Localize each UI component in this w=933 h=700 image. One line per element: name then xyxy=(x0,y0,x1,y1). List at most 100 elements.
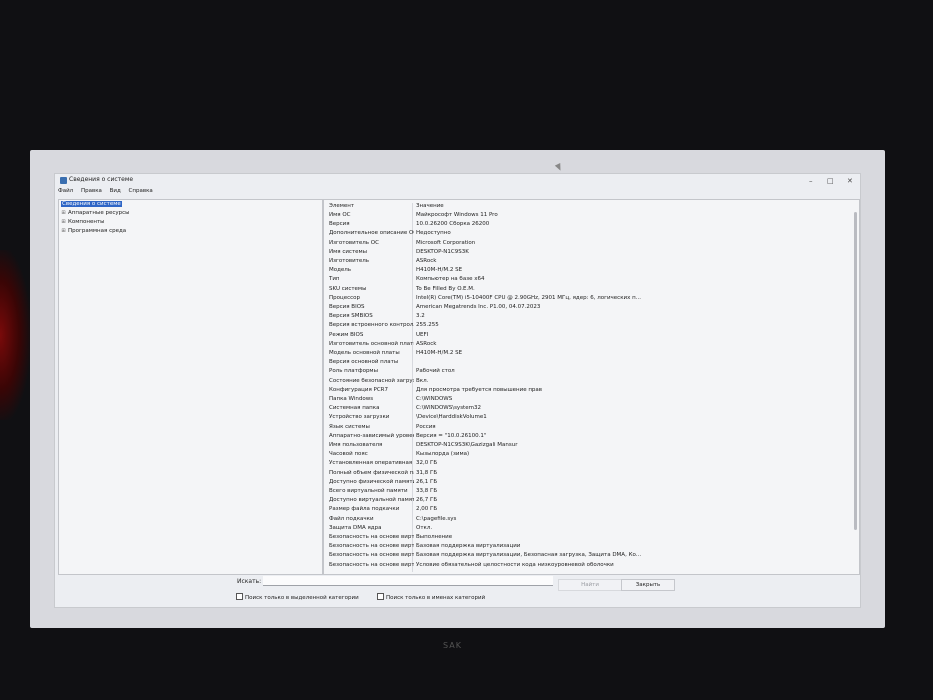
table-row[interactable]: Полный объем физической па... 31,8 ГБ xyxy=(324,470,849,479)
table-row[interactable]: Изготовитель основной платы ASRock xyxy=(324,341,849,350)
table-row[interactable]: Модель основной платы H410M-H/M.2 SE xyxy=(324,350,849,359)
row-value-cell: C:\WINDOWS xyxy=(416,396,453,402)
category-tree[interactable]: Сведения о системе ⊞ Аппаратные ресурсы ⊞… xyxy=(58,199,323,575)
row-item-cell: Изготовитель основной платы xyxy=(329,340,414,347)
table-row[interactable]: Доступно виртуальной памяти 26,7 ГБ xyxy=(324,497,849,506)
table-row[interactable]: Имя ОС Майкрософт Windows 11 Pro xyxy=(324,212,849,221)
table-row[interactable]: Режим BIOS UEFI xyxy=(324,332,849,341)
table-row[interactable]: Язык системы Россия xyxy=(324,424,849,433)
table-row[interactable]: Конфигурация PCR7 Для просмотра требуется… xyxy=(324,387,849,396)
table-row[interactable]: Версия SMBIOS 3.2 xyxy=(324,313,849,322)
table-row[interactable]: Модель H410M-H/M.2 SE xyxy=(324,267,849,276)
row-item-cell: Размер файла подкачки xyxy=(329,506,400,513)
table-row[interactable]: Версия основной платы xyxy=(324,359,849,368)
row-value-cell: DESKTOP-N1C9S3K xyxy=(416,248,469,255)
table-row[interactable]: Файл подкачки C:\pagefile.sys xyxy=(324,516,849,525)
table-row[interactable]: Изготовитель ASRock xyxy=(324,258,849,267)
table-row[interactable]: Версия встроенного контролл... 255.255 xyxy=(324,322,849,331)
menu-edit[interactable]: Правка xyxy=(81,188,102,194)
search-input[interactable] xyxy=(263,576,553,586)
table-row[interactable]: Установленная оперативная п... 32,0 ГБ xyxy=(324,460,849,469)
row-value-cell: Для просмотра требуется повышение прав xyxy=(416,386,543,393)
tree-item-components[interactable]: ⊞ Компоненты xyxy=(61,219,104,225)
row-item-cell: Тип xyxy=(329,276,340,283)
table-row[interactable]: Аппаратно-зависимый уровен... Версия = "1… xyxy=(324,433,849,442)
table-row[interactable]: Папка Windows C:\WINDOWS xyxy=(324,396,849,405)
row-item-cell: Всего виртуальной памяти xyxy=(329,488,408,494)
menu-file[interactable]: Файл xyxy=(58,188,73,194)
menu-help[interactable]: Справка xyxy=(129,188,153,194)
row-item-cell: Полный объем физической па... xyxy=(329,469,414,476)
expand-icon[interactable]: ⊞ xyxy=(61,219,66,225)
table-row[interactable]: Имя системы DESKTOP-N1C9S3K xyxy=(324,249,849,258)
table-row[interactable]: Безопасность на основе вирту... Выполнени… xyxy=(324,534,849,543)
search-label: Искать: xyxy=(237,578,262,585)
table-row[interactable]: Состояние безопасной загрузк...Вкл. xyxy=(324,378,849,387)
row-value-cell: 33,8 ГБ xyxy=(416,488,438,494)
details-list[interactable]: Элемент Значение Имя ОС Майкрософт Window… xyxy=(323,199,860,575)
search-category-names-checkbox[interactable]: Поиск только в именах категорий xyxy=(377,593,485,601)
table-row[interactable]: Доступно физической памяти 26,1 ГБ xyxy=(324,479,849,488)
row-value-cell: 2,00 ГБ xyxy=(416,506,438,513)
table-row[interactable]: Процессор Intel(R) Core(TM) i5-10400F CPU… xyxy=(324,295,849,304)
vertical-scrollbar[interactable] xyxy=(854,212,857,530)
row-value-cell: 26,1 ГБ xyxy=(416,478,438,485)
minimize-icon[interactable]: – xyxy=(809,177,813,185)
table-row[interactable]: SKU системы To Be Filled By O.E.M. xyxy=(324,286,849,295)
tree-item-hardware-resources[interactable]: ⊞ Аппаратные ресурсы xyxy=(61,210,129,216)
table-row[interactable]: Устройство загрузки \Device\HarddiskVolum… xyxy=(324,414,849,423)
row-value-cell: Версия = "10.0.26100.1" xyxy=(416,432,487,439)
table-row[interactable]: Системная папка C:\WINDOWS\system32 xyxy=(324,405,849,414)
table-row[interactable]: Тип Компьютер на базе x64 xyxy=(324,276,849,285)
row-item-cell: Роль платформы xyxy=(329,368,378,375)
row-value-cell: Intel(R) Core(TM) i5-10400F CPU @ 2.90GH… xyxy=(416,294,641,301)
checkbox-icon[interactable] xyxy=(236,593,243,600)
find-button[interactable]: Найти xyxy=(558,579,622,591)
row-item-cell: Папка Windows xyxy=(329,396,374,402)
row-item-cell: Часовой пояс xyxy=(329,451,368,458)
row-item-cell: Состояние безопасной загрузк... xyxy=(329,377,414,384)
system-info-app-icon xyxy=(60,177,67,184)
tree-item-software-environment[interactable]: ⊞ Программная среда xyxy=(61,228,126,234)
row-value-cell: 31,8 ГБ xyxy=(416,469,438,476)
checkbox-label: Поиск только в выделенной категории xyxy=(245,595,359,601)
row-item-cell: Конфигурация PCR7 xyxy=(329,386,389,393)
table-row[interactable]: Всего виртуальной памяти 33,8 ГБ xyxy=(324,488,849,497)
expand-icon[interactable]: ⊞ xyxy=(61,210,66,216)
table-row[interactable]: Безопасность на основе вирту... Базовая п… xyxy=(324,552,849,561)
maximize-icon[interactable]: □ xyxy=(827,177,834,185)
table-row[interactable]: Дополнительное описание ОС Недоступно xyxy=(324,230,849,239)
window-title: Сведения о системе xyxy=(69,176,134,183)
column-header-item[interactable]: Элемент xyxy=(329,203,414,209)
row-item-cell: Версия BIOS xyxy=(329,304,365,310)
search-selected-category-checkbox[interactable]: Поиск только в выделенной категории xyxy=(236,593,359,601)
row-item-cell: Процессор xyxy=(329,294,361,301)
table-row[interactable]: Версия 10.0.26200 Сборка 26200 xyxy=(324,221,849,230)
close-icon[interactable]: ✕ xyxy=(847,177,853,185)
table-row[interactable]: Часовой пояс Кызылорда (зима) xyxy=(324,451,849,460)
row-item-cell: Язык системы xyxy=(329,423,370,430)
row-item-cell: Имя ОС xyxy=(329,212,351,218)
table-row[interactable]: Защита DMA ядра Откл. xyxy=(324,525,849,534)
table-row[interactable]: Безопасность на основе вирту... Условие о… xyxy=(324,562,849,571)
row-value-cell: ASRock xyxy=(416,340,437,347)
expand-icon[interactable]: ⊞ xyxy=(61,228,66,234)
table-row[interactable]: Размер файла подкачки 2,00 ГБ xyxy=(324,506,849,515)
checkbox-label: Поиск только в именах категорий xyxy=(386,595,486,601)
close-button[interactable]: Закрыть xyxy=(621,579,675,591)
table-row[interactable]: Изготовитель ОС Microsoft Corporation xyxy=(324,240,849,249)
row-value-cell: Откл. xyxy=(416,524,433,531)
column-header-value[interactable]: Значение xyxy=(416,203,846,209)
row-value-cell: Базовая поддержка виртуализации, Безопас… xyxy=(416,552,642,559)
tree-item-system-summary[interactable]: Сведения о системе xyxy=(61,201,122,207)
row-item-cell: Файл подкачки xyxy=(329,515,374,522)
table-row[interactable]: Безопасность на основе вирту... Базовая п… xyxy=(324,543,849,552)
system-information-window: Сведения о системе – □ ✕ Файл Правка Вид… xyxy=(54,173,861,608)
table-row[interactable]: Имя пользователя DESKTOP-N1C9S3K\Gazizgal… xyxy=(324,442,849,451)
menu-view[interactable]: Вид xyxy=(110,188,121,194)
row-value-cell: ASRock xyxy=(416,258,437,264)
checkbox-icon[interactable] xyxy=(377,593,384,600)
table-row[interactable]: Роль платформы Рабочий стол xyxy=(324,368,849,377)
row-value-cell: Выполнение xyxy=(416,534,453,540)
table-row[interactable]: Версия BIOS American Megatrends Inc. P1.0… xyxy=(324,304,849,313)
